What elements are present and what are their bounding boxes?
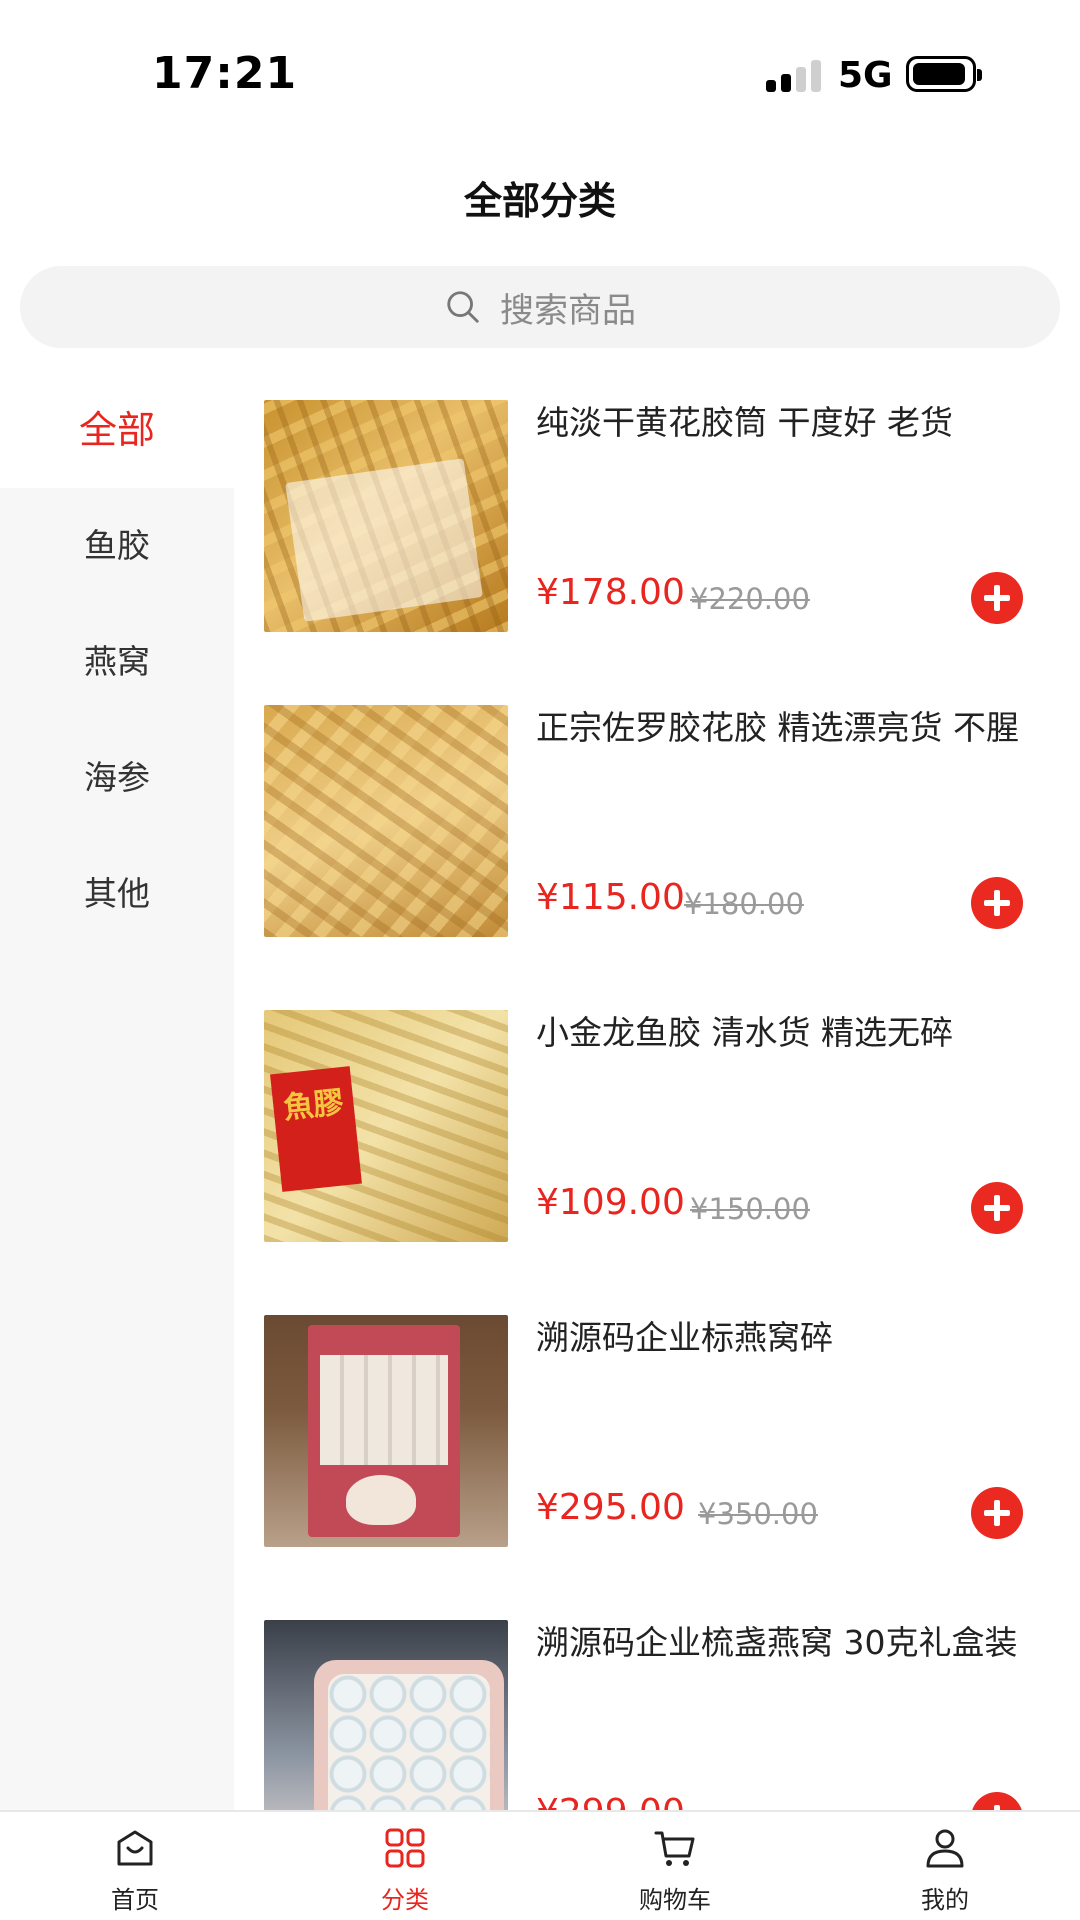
add-to-cart-button[interactable] bbox=[971, 877, 1023, 929]
product-card[interactable]: 溯源码企业梳盏燕窝 30克礼盒装 ¥299.00 bbox=[234, 1592, 1080, 1810]
product-original-price: ¥220.00 bbox=[690, 582, 810, 616]
add-to-cart-button[interactable] bbox=[971, 1792, 1023, 1810]
home-icon bbox=[117, 1830, 153, 1866]
category-sidebar: 全部 鱼胶 燕窝 海参 其他 bbox=[0, 372, 234, 1810]
product-name: 正宗佐罗胶花胶 精选漂亮货 不腥 bbox=[536, 708, 1019, 747]
product-card[interactable]: 正宗佐罗胶花胶 精选漂亮货 不腥 ¥115.00 ¥180.00 bbox=[234, 677, 1080, 937]
product-original-price: ¥350.00 bbox=[698, 1497, 818, 1531]
product-original-price: ¥150.00 bbox=[690, 1192, 810, 1226]
sidebar-item-other[interactable]: 其他 bbox=[0, 836, 234, 952]
product-list: 纯淡干黄花胶筒 干度好 老货 ¥178.00 ¥220.00 正宗佐罗胶花胶 精… bbox=[234, 372, 1080, 1810]
product-price: ¥178.00 bbox=[536, 572, 685, 613]
network-type: 5G bbox=[838, 55, 893, 96]
tab-label: 购物车 bbox=[639, 1886, 711, 1914]
product-image[interactable]: 魚膠 bbox=[264, 1010, 508, 1242]
product-price: ¥109.00 bbox=[536, 1182, 685, 1223]
product-card[interactable]: 魚膠 小金龙鱼胶 清水货 精选无碎 ¥109.00 ¥150.00 bbox=[234, 982, 1080, 1242]
tab-label: 分类 bbox=[381, 1886, 429, 1914]
add-to-cart-button[interactable] bbox=[971, 1182, 1023, 1234]
product-image-label: 魚膠 bbox=[270, 1066, 362, 1192]
product-image[interactable] bbox=[264, 400, 508, 632]
grid-icon bbox=[385, 1828, 425, 1868]
sidebar-item-fish-maw[interactable]: 鱼胶 bbox=[0, 488, 234, 604]
add-to-cart-button[interactable] bbox=[971, 1487, 1023, 1539]
tab-label: 首页 bbox=[111, 1886, 159, 1914]
product-image[interactable] bbox=[264, 705, 508, 937]
product-original-price: ¥180.00 bbox=[684, 887, 804, 921]
sidebar-item-sea-cucumber[interactable]: 海参 bbox=[0, 720, 234, 836]
tab-bar: 首页 分类 购物车 我的 bbox=[0, 1810, 1080, 1920]
search-icon bbox=[447, 291, 479, 323]
status-time: 17:21 bbox=[152, 48, 298, 99]
cart-icon bbox=[654, 1831, 695, 1866]
product-card[interactable]: 溯源码企业标燕窝碎 ¥295.00 ¥350.00 bbox=[234, 1287, 1080, 1547]
product-name: 小金龙鱼胶 清水货 精选无碎 bbox=[536, 1013, 953, 1052]
product-image[interactable] bbox=[264, 1315, 508, 1547]
tab-profile[interactable]: 我的 bbox=[810, 1812, 1080, 1920]
status-bar: 17:21 5G bbox=[0, 0, 1080, 150]
product-image[interactable] bbox=[264, 1620, 508, 1810]
tab-category[interactable]: 分类 bbox=[270, 1812, 540, 1920]
product-price: ¥115.00 bbox=[536, 877, 685, 918]
product-price: ¥295.00 bbox=[536, 1487, 685, 1528]
product-name: 纯淡干黄花胶筒 干度好 老货 bbox=[536, 403, 953, 442]
tab-home[interactable]: 首页 bbox=[0, 1812, 270, 1920]
user-icon bbox=[926, 1829, 964, 1868]
tab-label: 我的 bbox=[921, 1886, 969, 1914]
sidebar-item-birds-nest[interactable]: 燕窝 bbox=[0, 604, 234, 720]
search-placeholder: 搜索商品 bbox=[500, 290, 636, 331]
product-card[interactable]: 纯淡干黄花胶筒 干度好 老货 ¥178.00 ¥220.00 bbox=[234, 372, 1080, 632]
sidebar-item-all[interactable]: 全部 bbox=[0, 372, 234, 488]
product-name: 溯源码企业梳盏燕窝 30克礼盒装 bbox=[536, 1623, 1018, 1662]
battery-icon bbox=[906, 56, 982, 92]
search-bar[interactable]: 搜索商品 bbox=[20, 266, 1060, 348]
product-price: ¥299.00 bbox=[536, 1792, 685, 1810]
product-name: 溯源码企业标燕窝碎 bbox=[536, 1318, 833, 1357]
tab-cart[interactable]: 购物车 bbox=[540, 1812, 810, 1920]
add-to-cart-button[interactable] bbox=[971, 572, 1023, 624]
page-title: 全部分类 bbox=[463, 179, 616, 223]
signal-icon bbox=[766, 58, 822, 92]
